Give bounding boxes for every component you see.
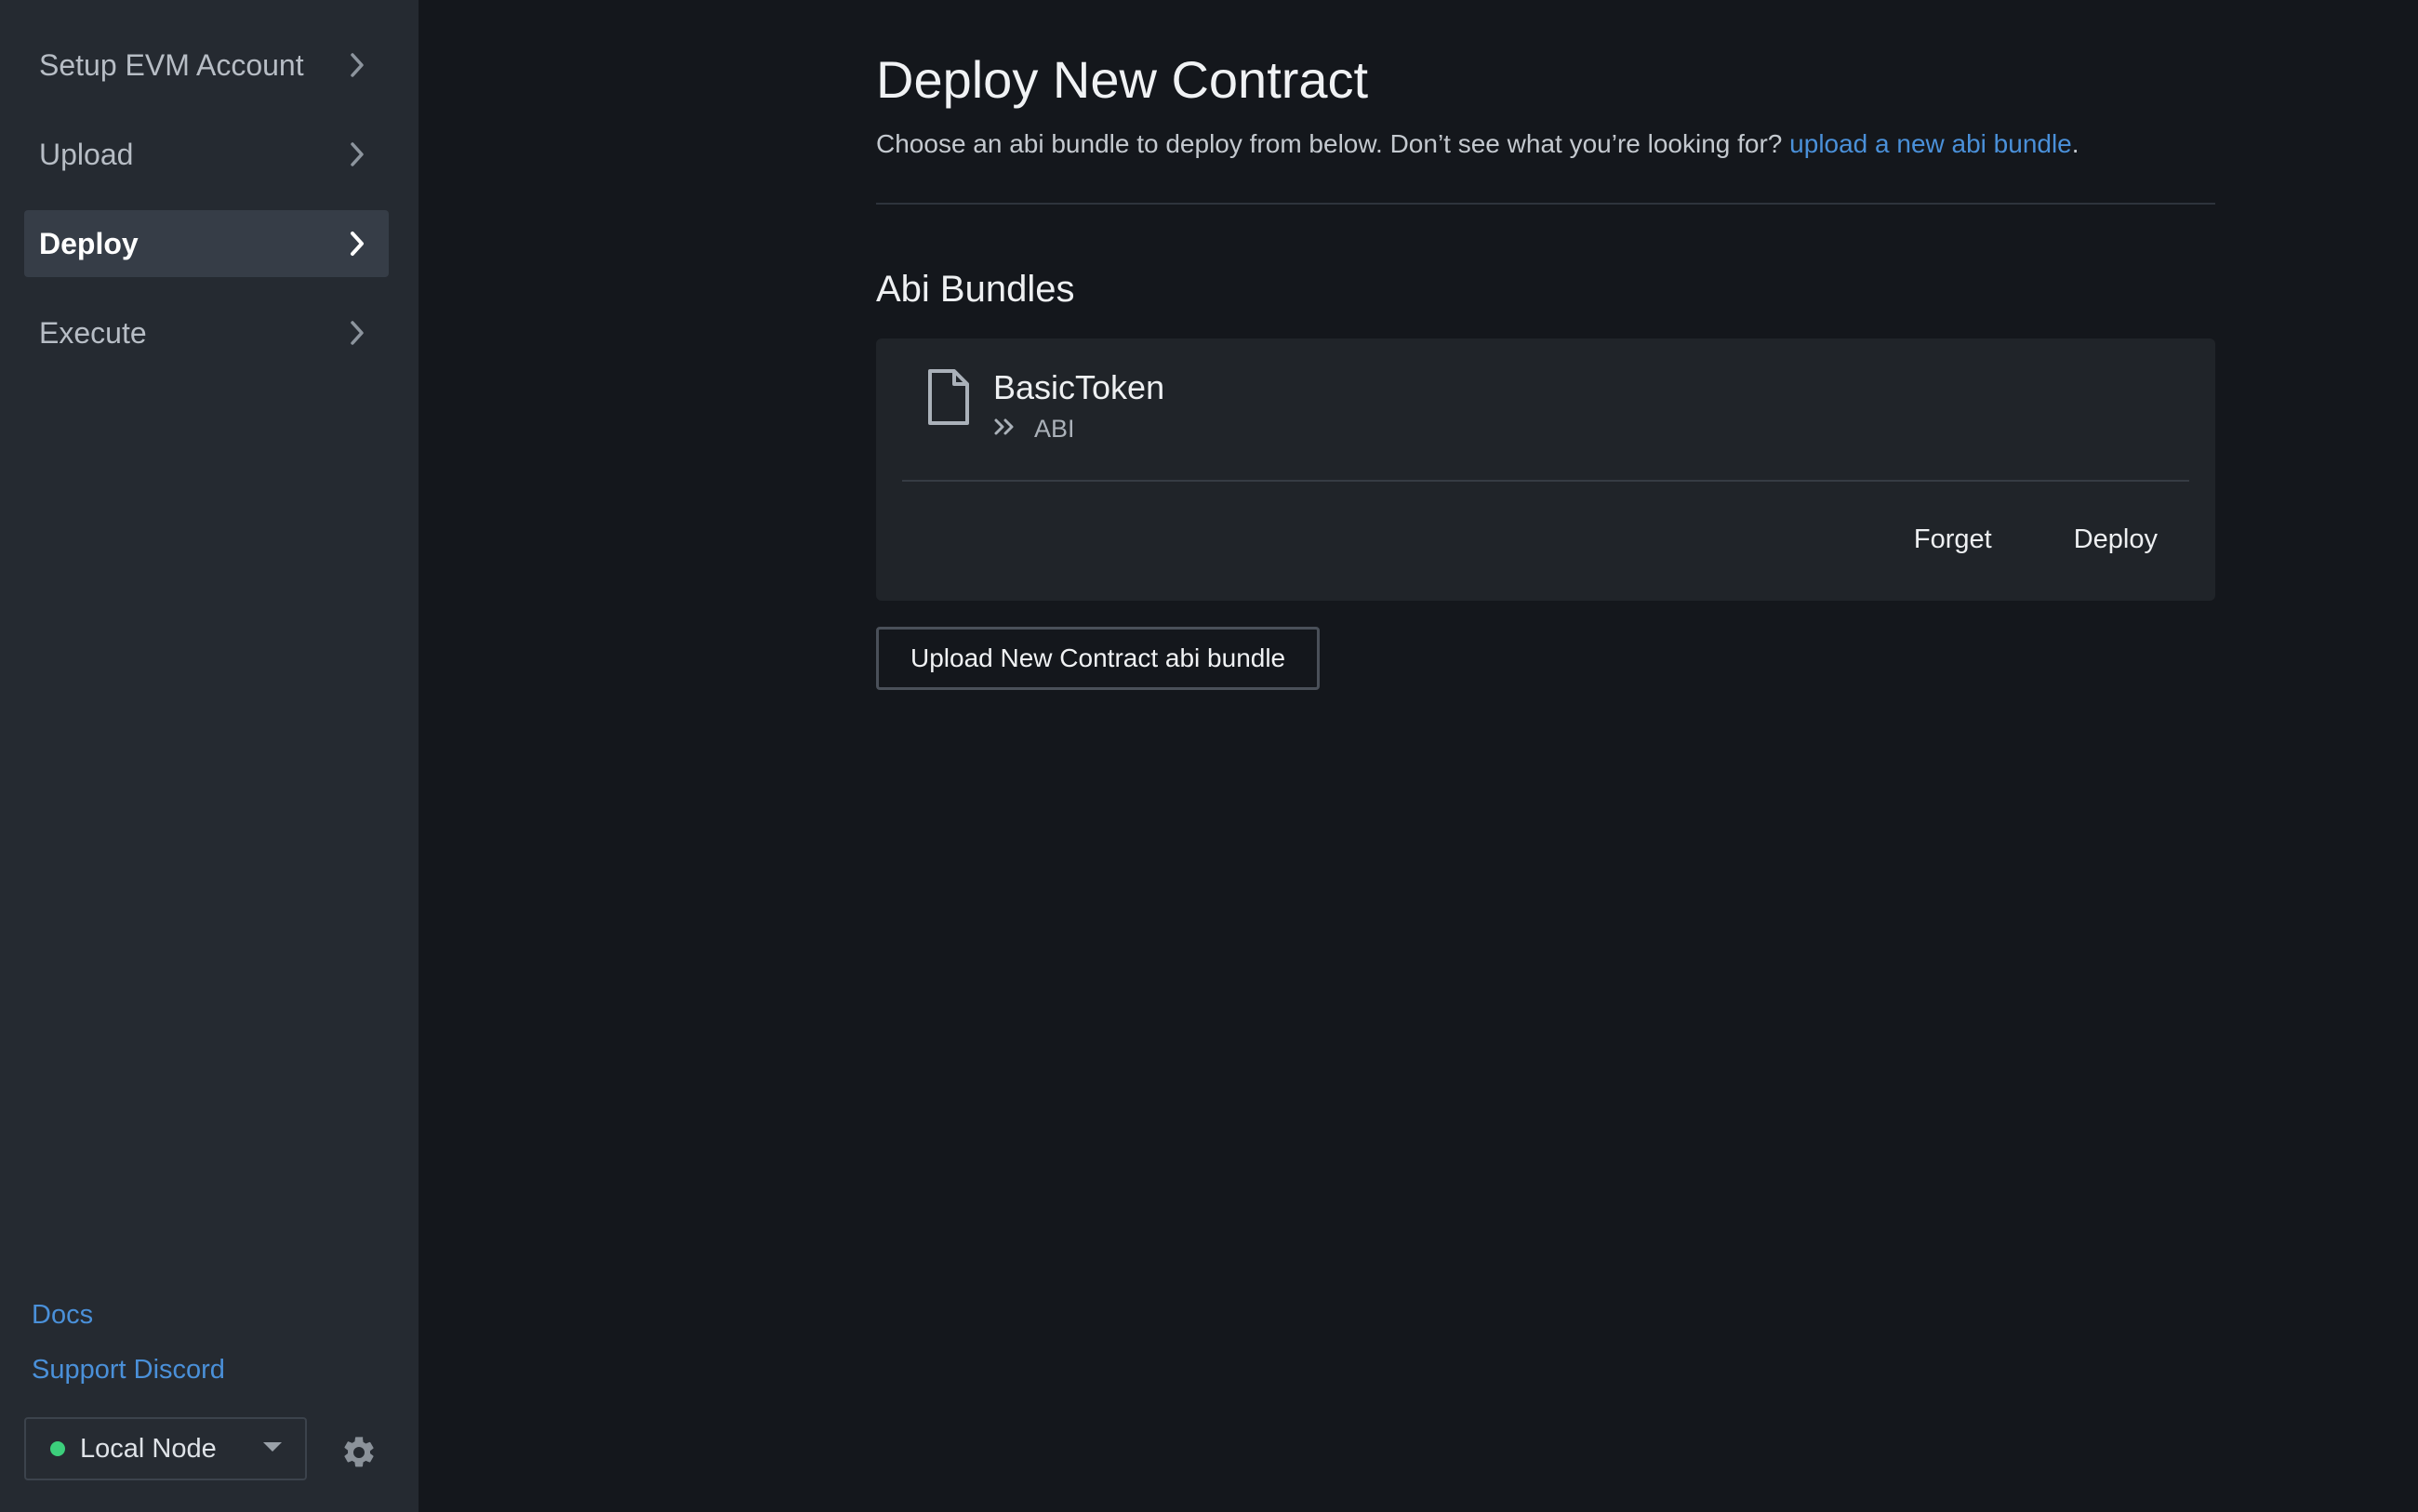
bundle-meta: ABI — [993, 415, 1164, 444]
deploy-page: Deploy New Contract Choose an abi bundle… — [876, 45, 2215, 690]
sidebar-item-execute[interactable]: Execute — [24, 299, 389, 366]
chevron-right-icon — [348, 140, 366, 168]
chevron-right-icon — [348, 319, 366, 347]
bundle-type: ABI — [1034, 415, 1075, 443]
sidebar-item-label: Setup EVM Account — [39, 47, 304, 82]
deploy-button[interactable]: Deploy — [2053, 515, 2178, 564]
sidebar-item-label: Execute — [39, 315, 147, 350]
sidebar-item-label: Upload — [39, 137, 134, 171]
gear-icon[interactable] — [340, 1434, 378, 1471]
docs-link[interactable]: Docs — [32, 1300, 225, 1331]
chevron-right-icon — [348, 230, 366, 258]
node-status-dot — [50, 1441, 65, 1456]
card-divider — [902, 480, 2189, 482]
section-title-abi-bundles: Abi Bundles — [876, 269, 1075, 310]
sidebar-item-deploy[interactable]: Deploy — [24, 210, 389, 277]
sidebar: Setup EVM Account Upload Deploy Execute … — [0, 0, 418, 1512]
forget-button[interactable]: Forget — [1893, 515, 2013, 564]
double-chevron-right-icon — [993, 415, 1034, 444]
sidebar-item-setup-evm-account[interactable]: Setup EVM Account — [24, 32, 389, 99]
app-root: Setup EVM Account Upload Deploy Execute … — [0, 0, 2418, 1512]
upload-new-abi-bundle-link[interactable]: upload a new abi bundle — [1789, 129, 2072, 158]
sidebar-item-upload[interactable]: Upload — [24, 121, 389, 188]
sidebar-links: Docs Support Discord — [32, 1300, 225, 1410]
card-actions: Forget Deploy — [1853, 515, 2178, 564]
caret-down-icon — [262, 1440, 283, 1458]
subtitle-end: . — [2071, 129, 2079, 158]
support-discord-link[interactable]: Support Discord — [32, 1355, 225, 1386]
bundle-info: BasicToken ABI — [993, 366, 1164, 444]
bundle-header: BasicToken ABI — [926, 366, 1164, 444]
file-icon — [926, 368, 971, 444]
page-title: Deploy New Contract — [876, 50, 1369, 109]
node-selector-dropdown[interactable]: Local Node — [24, 1417, 307, 1480]
abi-bundle-card: BasicToken ABI Forget Deploy — [876, 338, 2215, 601]
page-subtitle: Choose an abi bundle to deploy from belo… — [876, 128, 2215, 160]
chevron-right-icon — [348, 51, 366, 79]
header-divider — [876, 203, 2215, 205]
sidebar-item-label: Deploy — [39, 226, 139, 260]
subtitle-text: Choose an abi bundle to deploy from belo… — [876, 129, 1790, 158]
upload-new-contract-button[interactable]: Upload New Contract abi bundle — [876, 627, 1321, 690]
bundle-name: BasicToken — [993, 368, 1165, 406]
main-content: Deploy New Contract Choose an abi bundle… — [418, 0, 2418, 1512]
node-selector-label: Local Node — [80, 1433, 217, 1464]
